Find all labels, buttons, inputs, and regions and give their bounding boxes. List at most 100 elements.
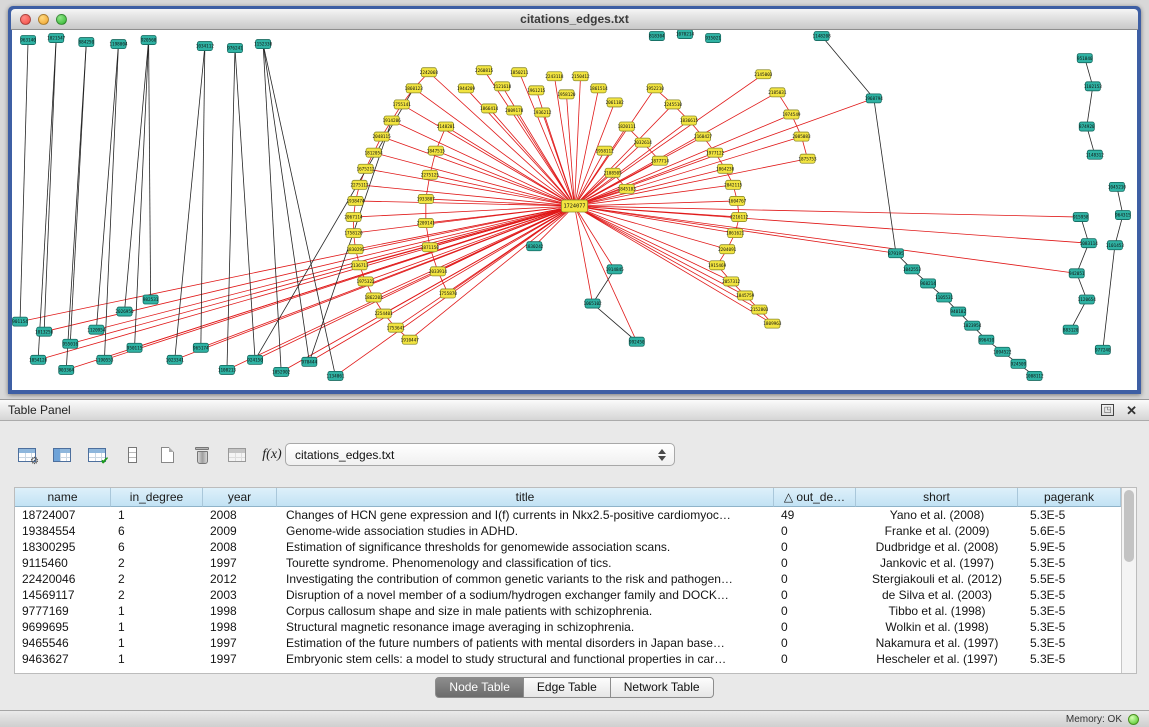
table-cell[interactable]: 18724007: [15, 507, 111, 523]
network-canvas[interactable]: 1724077224206818601231755141191420620481…: [12, 30, 1137, 390]
graph-node[interactable]: 2150412: [571, 72, 590, 81]
graph-edge[interactable]: [366, 206, 575, 281]
graph-node[interactable]: 2242068: [420, 68, 439, 77]
graph-node[interactable]: 2121618: [493, 82, 512, 91]
table-cell[interactable]: 5.3E-5: [1018, 507, 1121, 523]
table-cell[interactable]: 6: [111, 523, 203, 539]
graph-node[interactable]: 1120954: [87, 325, 106, 334]
graph-edge[interactable]: [360, 185, 575, 206]
graph-edge[interactable]: [356, 201, 575, 206]
graph-edge[interactable]: [374, 206, 575, 298]
table-cell[interactable]: Wolkin et al. (1998): [856, 619, 1018, 635]
graph-node[interactable]: 1008112: [1025, 371, 1044, 380]
graph-node[interactable]: 1198004: [109, 40, 128, 49]
row-height-icon[interactable]: [119, 443, 145, 467]
table-cell[interactable]: 1997: [203, 555, 277, 571]
table-cell[interactable]: Jankovic et al. (1997): [856, 555, 1018, 571]
graph-edge[interactable]: [235, 48, 255, 360]
table-cell[interactable]: 19384554: [15, 523, 111, 539]
table-cell[interactable]: 9115460: [15, 555, 111, 571]
graph-node[interactable]: 2061182: [606, 98, 625, 107]
graph-node[interactable]: 1961215: [527, 86, 546, 95]
graph-node[interactable]: 1152330: [254, 40, 273, 49]
graph-node[interactable]: 942051: [1069, 269, 1085, 278]
graph-node[interactable]: 1724077: [561, 200, 587, 212]
table-cell[interactable]: 1: [111, 507, 203, 523]
graph-node[interactable]: 1871150: [421, 243, 440, 252]
graph-edge[interactable]: [227, 48, 235, 370]
graph-node[interactable]: 1915469: [708, 261, 727, 270]
graph-node[interactable]: 1914845: [606, 265, 625, 274]
table-cell[interactable]: Stergiakouli et al. (2012): [856, 571, 1018, 587]
graph-node[interactable]: 955016: [62, 339, 78, 348]
table-settings-icon[interactable]: ⚙: [14, 443, 40, 467]
graph-node[interactable]: 2145003: [754, 70, 773, 79]
float-panel-icon[interactable]: ◳: [1101, 404, 1114, 416]
graph-node[interactable]: 1101453: [1106, 241, 1125, 250]
graph-node[interactable]: 2275112: [350, 180, 369, 189]
table-cell[interactable]: Estimation of the future numbers of pati…: [277, 635, 774, 651]
table-cell[interactable]: 2009: [203, 523, 277, 539]
table-cell[interactable]: 49: [774, 507, 856, 523]
graph-node[interactable]: 1938474: [346, 196, 365, 205]
table-cell[interactable]: 5.6E-5: [1018, 523, 1121, 539]
graph-node[interactable]: 1755870: [439, 289, 458, 298]
table-cell[interactable]: 9777169: [15, 603, 111, 619]
graph-node[interactable]: 2254401: [375, 309, 394, 318]
graph-edge[interactable]: [575, 206, 1077, 273]
graph-node[interactable]: 924150: [247, 355, 263, 364]
map-table-icon[interactable]: [224, 443, 250, 467]
graph-node[interactable]: 2085083: [792, 132, 811, 141]
graph-node[interactable]: 2204091: [718, 245, 737, 254]
graph-node[interactable]: 1933807: [417, 194, 436, 203]
table-cell[interactable]: 0: [774, 603, 856, 619]
table-cell[interactable]: 2003: [203, 587, 277, 603]
table-cell[interactable]: Nakamura et al. (1997): [856, 635, 1018, 651]
function-builder-icon[interactable]: f(x): [259, 443, 285, 467]
graph-node[interactable]: 1952210: [646, 84, 665, 93]
graph-node[interactable]: 1861514: [590, 84, 609, 93]
graph-node[interactable]: 2009178: [505, 106, 524, 115]
graph-node[interactable]: 1148312: [1086, 150, 1105, 159]
graph-edge[interactable]: [575, 161, 660, 206]
graph-node[interactable]: 920560: [141, 36, 157, 45]
graph-node[interactable]: 2032614: [634, 138, 653, 147]
new-file-icon[interactable]: [154, 443, 180, 467]
window-titlebar[interactable]: citations_edges.txt: [11, 9, 1138, 30]
graph-node[interactable]: 1975322: [356, 277, 375, 286]
graph-node[interactable]: 2148201: [437, 122, 456, 131]
table-cell[interactable]: 5.5E-5: [1018, 571, 1121, 587]
graph-node[interactable]: 1755141: [393, 100, 412, 109]
graph-edge[interactable]: [593, 304, 637, 342]
table-cell[interactable]: Changes of HCN gene expression and I(f) …: [277, 507, 774, 523]
graph-node[interactable]: 1045210: [1108, 182, 1127, 191]
graph-edge[interactable]: [822, 36, 874, 98]
graph-node[interactable]: 883120: [1063, 325, 1079, 334]
table-cell[interactable]: 1: [111, 603, 203, 619]
graph-node[interactable]: 1675212: [356, 164, 375, 173]
table-cell[interactable]: Structural magnetic resonance image aver…: [277, 619, 774, 635]
column-header-2[interactable]: year: [203, 488, 277, 507]
graph-node[interactable]: 1054120: [29, 355, 48, 364]
close-button[interactable]: [20, 14, 31, 25]
graph-node[interactable]: 977240: [1095, 345, 1111, 354]
close-panel-icon[interactable]: ✕: [1126, 404, 1137, 417]
graph-node[interactable]: 1936212: [533, 108, 552, 117]
minimize-button[interactable]: [38, 14, 49, 25]
table-cell[interactable]: 2: [111, 571, 203, 587]
table-cell[interactable]: Yano et al. (2008): [856, 507, 1018, 523]
table-cell[interactable]: 1997: [203, 635, 277, 651]
table-cell[interactable]: de Silva et al. (2003): [856, 587, 1018, 603]
graph-node[interactable]: 2152803: [750, 305, 769, 314]
graph-node[interactable]: 976241: [227, 44, 243, 53]
graph-edge[interactable]: [263, 44, 335, 376]
graph-node[interactable]: 1850211: [510, 68, 529, 77]
column-header-3[interactable]: title: [277, 488, 774, 507]
graph-node[interactable]: 940182: [950, 307, 966, 316]
graph-node[interactable]: 1604767: [728, 196, 747, 205]
table-cell[interactable]: Hescheler et al. (1997): [856, 651, 1018, 667]
table-cell[interactable]: Investigating the contribution of common…: [277, 571, 774, 587]
network-svg[interactable]: 1724077224206818601231755141191420620481…: [12, 30, 1137, 390]
graph-edge[interactable]: [1087, 86, 1093, 126]
graph-node[interactable]: 1052902: [272, 367, 291, 376]
